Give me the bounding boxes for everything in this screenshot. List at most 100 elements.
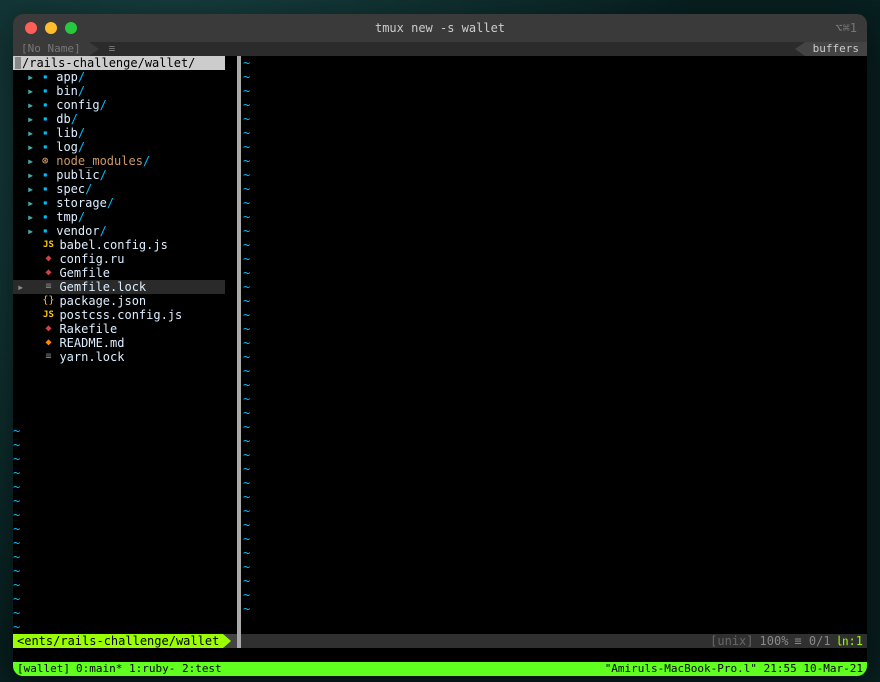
tree-folder-db[interactable]: ▸▪db/: [13, 112, 225, 126]
folder-icon: ▪: [38, 210, 52, 224]
window-controls: [13, 22, 77, 34]
tree-item-label: spec: [56, 182, 85, 196]
tree-folder-storage[interactable]: ▸▪storage/: [13, 196, 225, 210]
indent-icon: [17, 98, 27, 112]
tilde-icon: ~: [13, 578, 225, 592]
tmux-windows[interactable]: 0:main* 1:ruby- 2:test: [74, 662, 224, 676]
tree-folder-node_modules[interactable]: ▸⊛node_modules/: [13, 154, 225, 168]
folder-icon: ▪: [38, 98, 52, 112]
tree-folder-vendor[interactable]: ▸▪vendor/: [13, 224, 225, 238]
indent-icon: [17, 126, 27, 140]
tilde-icon: ~: [243, 210, 867, 224]
slash-icon: /: [100, 224, 107, 238]
indent-icon: [17, 322, 27, 336]
minimize-icon[interactable]: [45, 22, 57, 34]
chevron-right-icon: ▸: [27, 84, 34, 98]
tilde-icon: ~: [243, 322, 867, 336]
tilde-icon: ~: [243, 420, 867, 434]
slash-icon: /: [143, 154, 150, 168]
folder-icon: ▪: [38, 140, 52, 154]
tilde-icon: ~: [13, 508, 225, 522]
tree-file-Gemfile[interactable]: ◆Gemfile: [13, 266, 225, 280]
slash-icon: /: [78, 70, 85, 84]
gr-icon: ≡: [41, 280, 55, 294]
tree-item-label: storage: [56, 196, 107, 210]
titlebar[interactable]: tmux new -s wallet ⌥⌘1: [13, 14, 867, 42]
js-icon: JS: [41, 308, 55, 322]
status-lines: ≡ 0/1: [794, 634, 830, 648]
tree-folder-app[interactable]: ▸▪app/: [13, 70, 225, 84]
tree-folder-bin[interactable]: ▸▪bin/: [13, 84, 225, 98]
buffers-label[interactable]: buffers: [805, 42, 867, 56]
tree-folder-tmp[interactable]: ▸▪tmp/: [13, 210, 225, 224]
tilde-icon: ~: [13, 550, 225, 564]
tilde-icon: ~: [13, 536, 225, 550]
tree-item-label: yarn.lock: [59, 350, 124, 364]
tab-noname[interactable]: [No Name]: [13, 42, 95, 56]
tilde-icon: ~: [243, 406, 867, 420]
tree-file-package.json[interactable]: {}package.json: [13, 294, 225, 308]
indent-icon: ▸: [17, 280, 27, 294]
tree-file-Gemfile.lock[interactable]: ▸ ≡Gemfile.lock: [13, 280, 225, 294]
slash-icon: /: [71, 112, 78, 126]
js-icon: JS: [41, 238, 55, 252]
tree-folder-log[interactable]: ▸▪log/: [13, 140, 225, 154]
folder-icon: ▪: [38, 84, 52, 98]
tilde-icon: ~: [243, 280, 867, 294]
tree-file-yarn.lock[interactable]: ≡yarn.lock: [13, 350, 225, 364]
chevron-right-icon: ▸: [27, 182, 34, 196]
tilde-icon: ~: [243, 504, 867, 518]
tree-file-config.ru[interactable]: ◆config.ru: [13, 252, 225, 266]
chevron-right-icon: ▸: [27, 70, 34, 84]
tilde-icon: ~: [243, 154, 867, 168]
tilde-icon: ~: [243, 490, 867, 504]
file-tree-pane[interactable]: /rails-challenge/wallet/ ▸▪app/ ▸▪bin/ ▸…: [13, 56, 225, 676]
tilde-icon: ~: [243, 224, 867, 238]
tilde-icon: ~: [243, 98, 867, 112]
tilde-icon: ~: [243, 196, 867, 210]
tree-item-label: node_modules: [56, 154, 143, 168]
tilde-icon: ~: [13, 592, 225, 606]
tilde-icon: ~: [13, 466, 225, 480]
editor-pane[interactable]: ~~~~~~~~~~~~~~~~~~~~~~~~~~~~~~~~~~~~~~~~: [241, 56, 867, 676]
tree-folder-spec[interactable]: ▸▪spec/: [13, 182, 225, 196]
tilde-icon: ~: [243, 560, 867, 574]
rb-icon: ◆: [41, 322, 55, 336]
status-percent: 100%: [760, 634, 789, 648]
menu-icon[interactable]: ≡: [109, 42, 116, 56]
tilde-icon: ~: [243, 588, 867, 602]
tree-item-label: Gemfile: [59, 266, 110, 280]
indent-icon: [17, 168, 27, 182]
indent-icon: [17, 238, 27, 252]
close-icon[interactable]: [25, 22, 37, 34]
tilde-icon: ~: [243, 252, 867, 266]
indent-icon: [17, 84, 27, 98]
command-line[interactable]: [13, 648, 867, 662]
tree-file-README.md[interactable]: ◆README.md: [13, 336, 225, 350]
tmux-statusbar: [wallet] 0:main* 1:ruby- 2:test "Amiruls…: [13, 662, 867, 676]
tree-file-postcss.config.js[interactable]: JSpostcss.config.js: [13, 308, 225, 322]
indent-icon: [17, 336, 27, 350]
indent-icon: [17, 70, 27, 84]
tilde-icon: ~: [13, 438, 225, 452]
folder-icon: ▪: [38, 182, 52, 196]
tree-folder-lib[interactable]: ▸▪lib/: [13, 126, 225, 140]
indent-icon: [17, 294, 27, 308]
file-tree[interactable]: ▸▪app/ ▸▪bin/ ▸▪config/ ▸▪db/ ▸▪lib/ ▸▪l…: [13, 70, 225, 424]
tree-folder-config[interactable]: ▸▪config/: [13, 98, 225, 112]
tree-item-label: README.md: [59, 336, 124, 350]
tree-item-label: babel.config.js: [59, 238, 167, 252]
tilde-icon: ~: [243, 294, 867, 308]
tree-path-header: /rails-challenge/wallet/: [13, 56, 225, 70]
tree-folder-public[interactable]: ▸▪public/: [13, 168, 225, 182]
tilde-icon: ~: [13, 564, 225, 578]
indent-icon: [17, 196, 27, 210]
zoom-icon[interactable]: [65, 22, 77, 34]
tree-file-babel.config.js[interactable]: JS babel.config.js: [13, 238, 225, 252]
tree-file-Rakefile[interactable]: ◆Rakefile: [13, 322, 225, 336]
tree-item-label: config.ru: [59, 252, 124, 266]
slash-icon: /: [78, 140, 85, 154]
folder-icon: ▪: [38, 224, 52, 238]
cursor-icon: [15, 57, 21, 69]
tilde-icon: ~: [243, 350, 867, 364]
